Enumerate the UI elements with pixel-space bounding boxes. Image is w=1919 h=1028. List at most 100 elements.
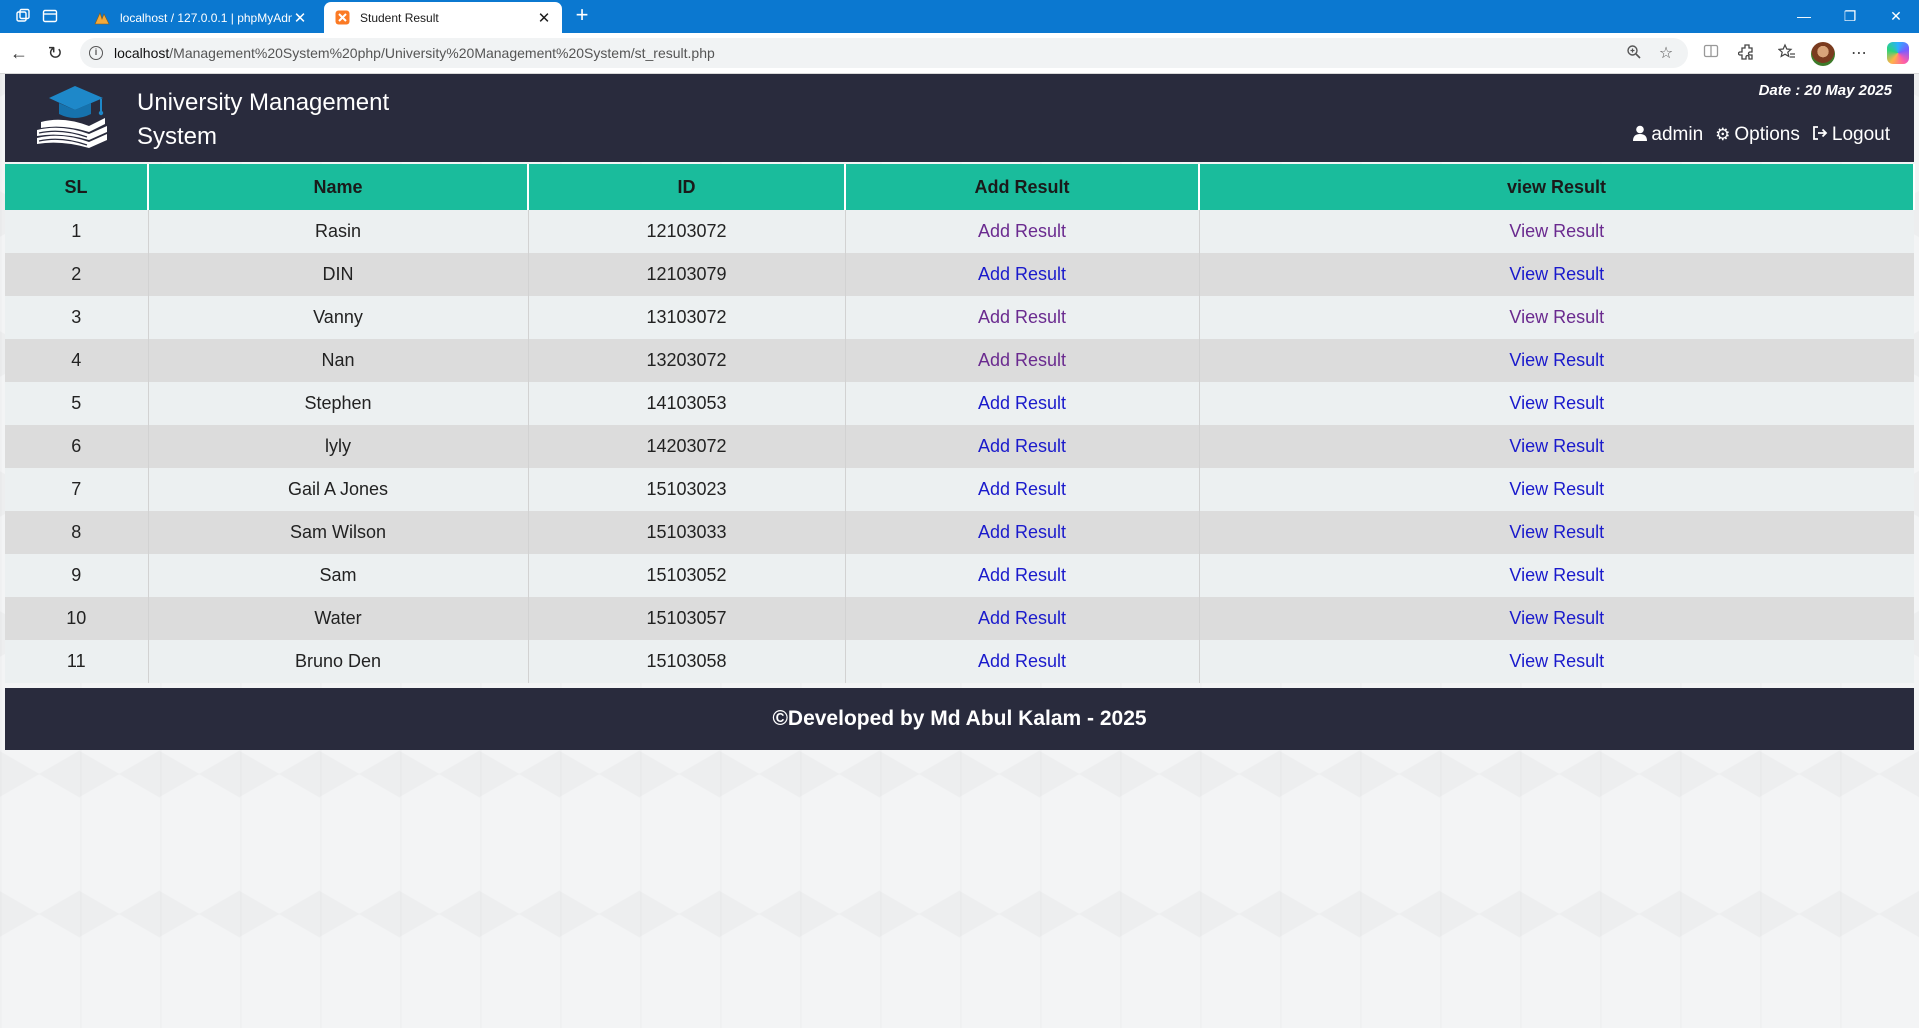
xampp-favicon-icon (334, 10, 350, 26)
cell-add-result: Add Result (844, 296, 1199, 339)
admin-label: admin (1651, 124, 1704, 145)
site-info-icon[interactable]: i (89, 46, 103, 60)
url-field[interactable]: i localhost/Management%20System%20php/Un… (80, 38, 1688, 68)
current-date: Date : 20 May 2025 (1758, 82, 1892, 99)
view-result-link[interactable]: View Result (1509, 565, 1604, 585)
graduation-books-logo-icon (31, 80, 113, 156)
cell-name: Vanny (147, 296, 528, 339)
workspaces-icon[interactable] (13, 6, 33, 26)
admin-link[interactable]: admin (1633, 124, 1703, 146)
favorites-icon[interactable] (1776, 43, 1798, 65)
minimize-icon[interactable]: — (1789, 5, 1819, 27)
add-result-link[interactable]: Add Result (978, 436, 1066, 456)
tab-actions-icon[interactable] (40, 6, 60, 26)
add-result-link[interactable]: Add Result (978, 350, 1066, 370)
cell-add-result: Add Result (844, 554, 1199, 597)
view-result-link[interactable]: View Result (1509, 651, 1604, 671)
url-path: /Management%20System%20php/University%20… (169, 45, 715, 61)
cell-name: Nan (147, 339, 528, 382)
cell-id: 15103052 (527, 554, 845, 597)
view-result-link[interactable]: View Result (1509, 307, 1604, 327)
table-row: 10 Water 15103057 Add Result View Result (5, 597, 1914, 640)
view-result-link[interactable]: View Result (1509, 393, 1604, 413)
zoom-icon[interactable] (1624, 44, 1644, 64)
cell-id: 13203072 (527, 339, 845, 382)
close-window-icon[interactable]: ✕ (1881, 5, 1911, 27)
table-row: 11 Bruno Den 15103058 Add Result View Result (5, 640, 1914, 683)
tab-title: Student Result (360, 10, 439, 25)
cell-id: 13103072 (527, 296, 845, 339)
user-nav: admin ⚙ Options Logout (1633, 124, 1890, 146)
cell-id: 15103023 (527, 468, 845, 511)
student-result-table: SL Name ID Add Result view Result 1 Rasin… (5, 164, 1915, 683)
cell-add-result: Add Result (844, 468, 1199, 511)
cell-sl: 3 (5, 296, 148, 339)
view-result-link[interactable]: View Result (1509, 436, 1604, 456)
add-result-link[interactable]: Add Result (978, 608, 1066, 628)
close-tab-icon[interactable]: ✕ (292, 9, 308, 27)
cell-name: Stephen (147, 382, 528, 425)
logout-link[interactable]: Logout (1812, 124, 1890, 146)
refresh-icon[interactable]: ↻ (44, 42, 66, 64)
cell-view-result: View Result (1198, 554, 1914, 597)
cell-view-result: View Result (1198, 382, 1914, 425)
cell-sl: 2 (5, 253, 148, 296)
split-screen-icon[interactable] (1700, 43, 1722, 65)
add-result-link[interactable]: Add Result (978, 264, 1066, 284)
add-result-link[interactable]: Add Result (978, 522, 1066, 542)
cell-view-result: View Result (1198, 511, 1914, 554)
cell-id: 14103053 (527, 382, 845, 425)
cell-id: 12103079 (527, 253, 845, 296)
table-row: 2 DIN 12103079 Add Result View Result (5, 253, 1914, 296)
favorite-star-icon[interactable]: ☆ (1656, 44, 1676, 64)
logout-label: Logout (1831, 124, 1890, 145)
cell-sl: 10 (5, 597, 148, 640)
footer-text: ©Developed by Md Abul Kalam - 2025 (772, 707, 1147, 730)
cell-sl: 5 (5, 382, 148, 425)
footer: ©Developed by Md Abul Kalam - 2025 (5, 688, 1914, 750)
url-text[interactable]: localhost/Management%20System%20php/Univ… (114, 45, 715, 61)
back-arrow-icon[interactable]: ← (8, 42, 30, 64)
view-result-link[interactable]: View Result (1509, 522, 1604, 542)
view-result-link[interactable]: View Result (1509, 608, 1604, 628)
add-result-link[interactable]: Add Result (978, 565, 1066, 585)
cell-view-result: View Result (1198, 296, 1914, 339)
column-header-id: ID (527, 164, 846, 210)
options-link[interactable]: ⚙ Options (1715, 124, 1800, 146)
add-result-link[interactable]: Add Result (978, 651, 1066, 671)
tab-title: localhost / 127.0.0.1 | phpMyAdmin (120, 10, 292, 25)
new-tab-button[interactable]: + (570, 4, 594, 28)
cell-name: Sam Wilson (147, 511, 528, 554)
add-result-link[interactable]: Add Result (978, 221, 1066, 241)
gear-icon: ⚙ (1715, 125, 1731, 144)
add-result-link[interactable]: Add Result (978, 307, 1066, 327)
cell-sl: 11 (5, 640, 148, 683)
view-result-link[interactable]: View Result (1509, 479, 1604, 499)
cell-sl: 8 (5, 511, 148, 554)
add-result-link[interactable]: Add Result (978, 393, 1066, 413)
add-result-link[interactable]: Add Result (978, 479, 1066, 499)
profile-avatar[interactable] (1811, 42, 1835, 66)
browser-tab-bar: localhost / 127.0.0.1 | phpMyAdmin ✕ Stu… (0, 0, 1919, 33)
table-row: 4 Nan 13203072 Add Result View Result (5, 339, 1914, 382)
view-result-link[interactable]: View Result (1509, 221, 1604, 241)
cell-view-result: View Result (1198, 425, 1914, 468)
copilot-icon[interactable] (1887, 42, 1909, 64)
phpmyadmin-favicon-icon (94, 10, 110, 26)
extensions-icon[interactable] (1736, 43, 1758, 65)
url-host: localhost (114, 45, 170, 61)
view-result-link[interactable]: View Result (1509, 264, 1604, 284)
cell-view-result: View Result (1198, 468, 1914, 511)
cell-id: 15103058 (527, 640, 845, 683)
view-result-link[interactable]: View Result (1509, 350, 1604, 370)
tab-student-result[interactable]: Student Result ✕ (324, 2, 562, 33)
address-bar: ← ↻ i localhost/Management%20System%20ph… (0, 33, 1919, 74)
tab-phpmyadmin[interactable]: localhost / 127.0.0.1 | phpMyAdmin ✕ (84, 2, 318, 33)
cell-id: 14203072 (527, 425, 845, 468)
table-row: 5 Stephen 14103053 Add Result View Result (5, 382, 1914, 425)
close-tab-icon[interactable]: ✕ (536, 9, 552, 27)
restore-icon[interactable]: ❐ (1835, 5, 1865, 27)
more-options-icon[interactable]: ⋯ (1848, 43, 1870, 65)
cell-sl: 9 (5, 554, 148, 597)
column-header-add-result: Add Result (844, 164, 1200, 210)
